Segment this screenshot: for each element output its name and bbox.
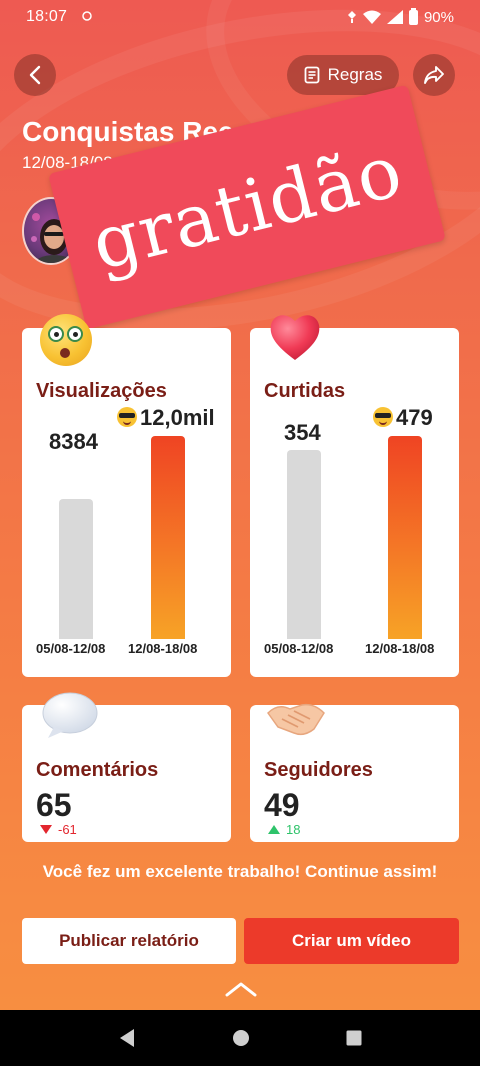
battery-icon — [408, 7, 418, 25]
likes-curr-bar — [388, 436, 422, 639]
followers-delta-value: 18 — [286, 822, 301, 837]
rules-button[interactable]: Regras — [287, 55, 399, 95]
comments-delta: -61 — [40, 822, 77, 837]
wifi-icon — [362, 10, 381, 24]
followers-delta: 18 — [268, 822, 300, 837]
nav-home-icon[interactable] — [232, 1029, 250, 1047]
status-bar: 18:07 90% — [0, 0, 480, 34]
cool-face-icon — [117, 407, 137, 427]
views-curr-date: 12/08-18/08 — [128, 641, 198, 656]
views-curr-bar — [151, 436, 185, 639]
views-prev-date: 05/08-12/08 — [36, 641, 106, 656]
chevron-left-icon — [29, 65, 41, 85]
nav-recents-icon[interactable] — [346, 1030, 362, 1046]
share-button[interactable] — [413, 54, 455, 96]
notification-icon — [81, 10, 93, 25]
rules-label: Regras — [327, 65, 383, 84]
comments-delta-value: -61 — [58, 822, 77, 837]
nav-back-icon[interactable] — [118, 1028, 136, 1048]
likes-curr-value-wrap: 479 — [373, 405, 433, 431]
arrow-up-icon — [268, 825, 280, 834]
likes-curr-date: 12/08-18/08 — [365, 641, 435, 656]
comments-value: 65 — [36, 787, 72, 823]
likes-prev-date: 05/08-12/08 — [264, 641, 334, 656]
arrow-down-icon — [40, 825, 52, 834]
cool-face-icon — [373, 407, 393, 427]
handshake-icon — [267, 703, 325, 736]
comments-title: Comentários — [36, 759, 159, 781]
likes-title: Curtidas — [264, 380, 346, 402]
views-card: Visualizações 8384 12,0mil 05/08-12/08 1… — [22, 314, 231, 677]
chevron-up-icon[interactable] — [223, 978, 259, 1000]
signal-icon — [386, 10, 403, 24]
status-time: 18:07 — [26, 8, 68, 25]
publish-report-button[interactable]: Publicar relatório — [22, 918, 236, 964]
comments-card: Comentários 65 -61 — [22, 692, 231, 842]
back-button[interactable] — [14, 54, 56, 96]
likes-prev-value: 354 — [284, 420, 321, 445]
status-icons: 90% — [347, 7, 454, 26]
surprised-face-icon — [40, 314, 92, 366]
likes-prev-bar — [287, 450, 321, 639]
views-prev-value: 8384 — [49, 429, 98, 454]
share-icon — [424, 66, 444, 84]
views-curr-value: 12,0mil — [140, 405, 215, 430]
document-icon — [304, 66, 319, 84]
followers-value: 49 — [264, 787, 300, 823]
likes-card: Curtidas 354 479 05/08-12/08 12/08-18/08 — [250, 315, 459, 677]
views-title: Visualizações — [36, 380, 167, 402]
speech-bubble-icon — [42, 692, 98, 738]
views-curr-value-wrap: 12,0mil — [117, 405, 215, 431]
battery-percent: 90% — [423, 8, 454, 26]
followers-card: Seguidores 49 18 — [250, 703, 459, 842]
system-nav-bar — [0, 1010, 480, 1066]
create-video-button[interactable]: Criar um vídeo — [244, 918, 459, 964]
followers-title: Seguidores — [264, 759, 373, 781]
heart-icon — [270, 315, 320, 360]
vibrate-icon — [347, 11, 356, 23]
likes-curr-value: 479 — [396, 405, 433, 430]
views-prev-bar — [59, 499, 93, 639]
encouragement-text: Você fez um excelente trabalho! Continue… — [42, 862, 438, 881]
